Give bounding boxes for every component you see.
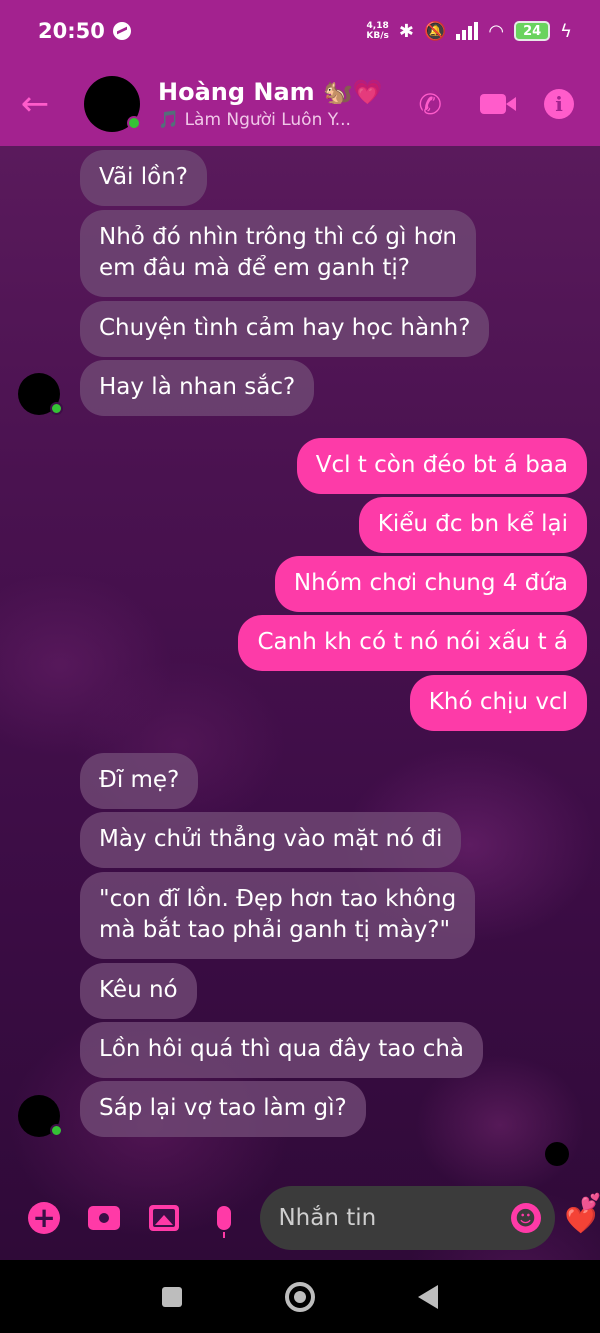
message-composer: + ☻ ❤️ 💕 xyxy=(0,1176,600,1260)
bluetooth-icon: ✱ xyxy=(398,20,414,42)
online-indicator xyxy=(50,1124,63,1137)
message-bubble-outgoing[interactable]: Khó chịu vcl xyxy=(409,675,587,731)
online-indicator xyxy=(127,116,141,130)
small-heart-icon: 💕 xyxy=(580,1192,600,1211)
quick-reaction-button[interactable]: ❤️ 💕 xyxy=(565,1192,600,1236)
seen-receipt-avatar xyxy=(545,1142,569,1166)
contact-status: 🎵 Làm Người Luôn Y... xyxy=(158,110,351,130)
contact-name: Hoàng Nam 🐿️💗 xyxy=(158,78,383,106)
video-icon[interactable] xyxy=(480,94,516,114)
system-navigation-bar xyxy=(0,1260,600,1333)
back-arrow-icon[interactable]: ← xyxy=(0,84,70,124)
status-time: 20:50 xyxy=(38,19,105,43)
wifi-icon: ◠ xyxy=(488,20,505,42)
message-bubble-incoming[interactable]: "con đĩ lồn. Đẹp hơn tao không mà bắt ta… xyxy=(80,872,476,959)
message-bubble-incoming[interactable]: Mày chửi thẳng vào mặt nó đi xyxy=(80,812,462,868)
emoji-icon[interactable]: ☻ xyxy=(510,1203,541,1233)
message-bubble-incoming[interactable]: Sáp lại vợ tao làm gì? xyxy=(80,1081,366,1137)
microphone-icon[interactable] xyxy=(194,1206,254,1238)
message-bubble-incoming[interactable]: Lồn hôi quá thì qua đây tao chà xyxy=(80,1022,484,1078)
message-bubble-outgoing[interactable]: Vcl t còn đéo bt á baa xyxy=(296,438,587,494)
message-input-box[interactable]: ☻ xyxy=(260,1186,555,1250)
camera-icon[interactable] xyxy=(74,1206,134,1230)
message-bubble-outgoing[interactable]: Kiểu đc bn kể lại xyxy=(358,497,587,553)
charging-icon: ϟ xyxy=(560,20,572,42)
messenger-notification-icon xyxy=(112,22,131,40)
contact-avatar[interactable] xyxy=(84,76,141,132)
contact-avatar-small[interactable] xyxy=(18,373,63,415)
image-icon[interactable] xyxy=(134,1205,194,1231)
battery-icon: 24 xyxy=(514,21,551,41)
message-bubble-incoming[interactable]: Hay là nhan sắc? xyxy=(80,360,315,416)
conversation-header: ← Hoàng Nam 🐿️💗 🎵 Làm Người Luôn Y... ✆ … xyxy=(0,62,600,146)
status-bar: 20:50 4,18 KB/s ✱ 🔕 ◠ 24 ϟ xyxy=(0,0,600,62)
message-bubble-incoming[interactable]: Chuyện tình cảm hay học hành? xyxy=(80,301,490,357)
back-icon[interactable] xyxy=(418,1284,439,1309)
phone-icon[interactable]: ✆ xyxy=(419,88,442,121)
message-bubble-incoming[interactable]: Đĩ mẹ? xyxy=(80,753,199,809)
message-bubble-incoming[interactable]: Vãi lồn? xyxy=(80,150,207,206)
contact-avatar-small[interactable] xyxy=(18,1095,63,1137)
online-indicator xyxy=(50,402,63,415)
message-bubble-outgoing[interactable]: Nhóm chơi chung 4 đứa xyxy=(274,556,587,612)
recents-icon[interactable] xyxy=(161,1286,182,1307)
info-icon[interactable]: i xyxy=(544,89,574,119)
message-bubble-outgoing[interactable]: Canh kh có t nó nói xấu t á xyxy=(238,615,587,671)
signal-icon xyxy=(456,22,479,40)
home-icon[interactable] xyxy=(284,1281,315,1312)
message-bubble-incoming[interactable]: Kêu nó xyxy=(80,963,197,1019)
mute-bell-icon: 🔕 xyxy=(423,20,447,42)
plus-icon[interactable]: + xyxy=(14,1202,74,1234)
message-bubble-incoming[interactable]: Nhỏ đó nhìn trông thì có gì hơn em đâu m… xyxy=(80,210,476,297)
message-input[interactable] xyxy=(278,1205,511,1231)
contact-info[interactable]: Hoàng Nam 🐿️💗 🎵 Làm Người Luôn Y... xyxy=(158,78,383,130)
network-speed: 4,18 KB/s xyxy=(366,21,389,41)
